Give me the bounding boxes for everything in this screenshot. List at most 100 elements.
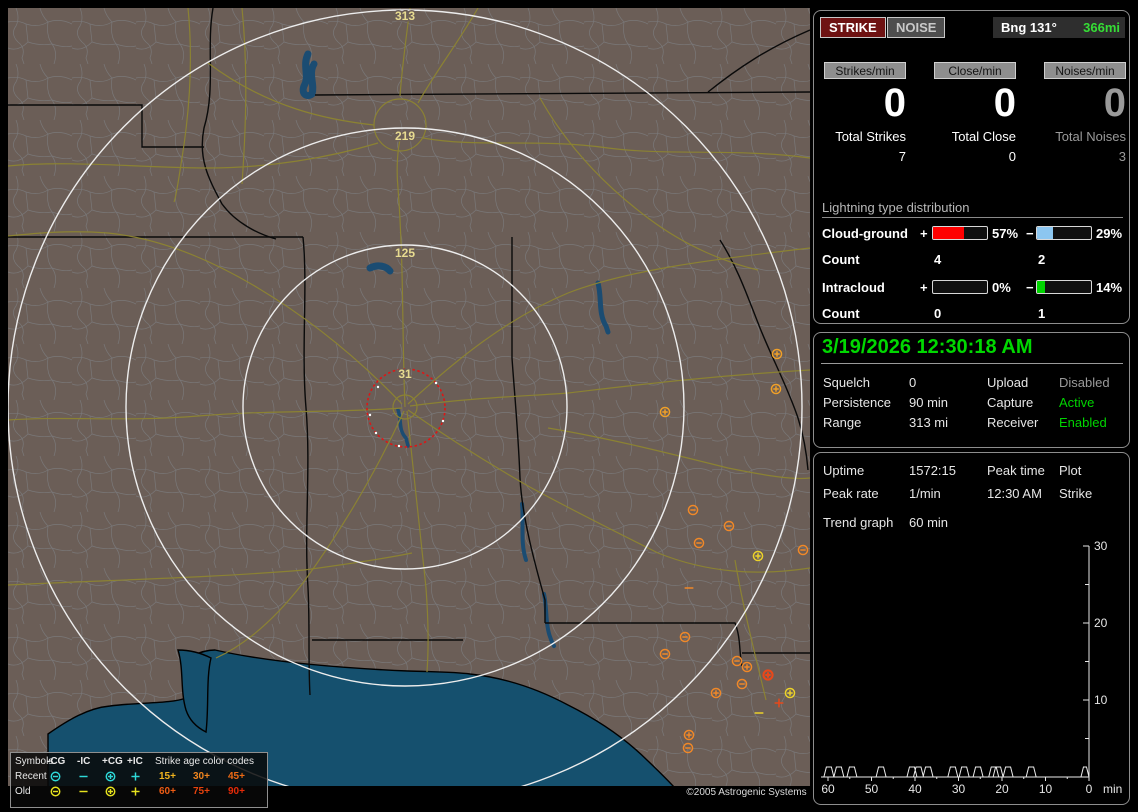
ring-label-219: 219 [395, 129, 415, 143]
cg-minus-count: 2 [1038, 252, 1046, 267]
trend-graph: 30 20 10 60 50 40 30 20 10 0 min [821, 539, 1122, 796]
status-row: Squelch 0 Upload Disabled [814, 375, 1129, 395]
uptime-row: Uptime 1572:15 Peak time Plot [814, 463, 1129, 483]
ic-plus-count: 0 [934, 306, 942, 321]
dist-row-intracloud: Intracloud + 0% − 14% [822, 280, 1123, 296]
noises-rate-column: Noises/min 0 Total Noises 3 [1044, 62, 1126, 164]
capture-label: Capture [987, 395, 1034, 410]
cg-count-label: Count [822, 252, 860, 267]
intracloud-label: Intracloud [822, 280, 885, 295]
recent-pos-cg-icon [104, 770, 117, 783]
age-15: 15+ [159, 771, 176, 782]
legend-col-neg-ic: -IC [77, 756, 91, 767]
strike-stats-panel: STRIKE NOISE Bng 131° 366mi Strikes/min … [813, 10, 1130, 324]
old-neg-ic-icon [77, 785, 90, 798]
dist-row-cloud-ground: Cloud-ground + 57% − 29% [822, 226, 1123, 242]
minus-sign: − [1026, 280, 1034, 295]
distance-value: 366mi [1083, 20, 1120, 35]
status-row: Range 313 mi Receiver Enabled [814, 415, 1129, 435]
old-pos-cg-icon [104, 785, 117, 798]
old-neg-cg-icon [49, 785, 62, 798]
map-display[interactable]: 313 219 125 31 [7, 8, 811, 805]
plot-label: Plot [1059, 463, 1082, 478]
divider [821, 363, 1123, 364]
recent-neg-cg-icon [49, 770, 62, 783]
range-value: 313 mi [909, 415, 949, 430]
ic-minus-bar [1036, 280, 1092, 294]
noises-per-min-value: 0 [1103, 81, 1126, 125]
bearing-value: Bng 131° [1001, 20, 1057, 35]
ic-minus-count: 1 [1038, 306, 1046, 321]
cg-plus-bar [932, 226, 988, 240]
squelch-value: 0 [909, 375, 917, 390]
noises-per-min-header[interactable]: Noises/min [1044, 62, 1126, 79]
strikes-per-min-header[interactable]: Strikes/min [824, 62, 906, 79]
noise-toggle-button[interactable]: NOISE [887, 17, 946, 38]
status-row: Persistence 90 min Capture Active [814, 395, 1129, 415]
ring-label-313: 313 [395, 9, 415, 23]
svg-text:60: 60 [821, 782, 835, 796]
distribution-title: Lightning type distribution [822, 200, 1123, 218]
copyright-notice: ©2005 Astrogenic Systems [683, 786, 810, 800]
trend-graph-label: Trend graph [823, 515, 894, 530]
legend-col-pos-cg: +CG [102, 756, 123, 767]
map-canvas: 313 219 125 31 [7, 8, 811, 805]
receiver-value: Enabled [1059, 415, 1107, 430]
trend-window-value: 60 min [909, 515, 949, 530]
close-per-min-header[interactable]: Close/min [934, 62, 1016, 79]
cloud-ground-label: Cloud-ground [822, 226, 908, 241]
close-per-min-value: 0 [993, 81, 1016, 125]
peak-rate-row: Peak rate 1/min 12:30 AM Strike [814, 486, 1129, 506]
total-close-value: 0 [1008, 149, 1016, 164]
svg-text:10: 10 [1094, 693, 1108, 707]
age-90: 90+ [228, 786, 245, 797]
ring-label-125: 125 [395, 246, 415, 260]
cg-plus-pct: 57% [992, 226, 1019, 241]
age-30: 30+ [193, 771, 210, 782]
total-close-label: Total Close [951, 129, 1016, 144]
cg-minus-pct: 29% [1096, 226, 1123, 241]
plus-sign: + [920, 280, 928, 295]
map-legend: Symbols -CG -IC +CG +IC Strike age color… [10, 752, 268, 808]
receiver-label: Receiver [987, 415, 1039, 430]
plot-value: Strike [1059, 486, 1093, 501]
ic-minus-pct: 14% [1096, 280, 1123, 295]
recent-neg-ic-icon [77, 770, 90, 783]
svg-text:20: 20 [1094, 616, 1108, 630]
legend-row-recent: Recent [15, 771, 47, 782]
svg-text:40: 40 [908, 782, 922, 796]
svg-text:0: 0 [1086, 782, 1093, 796]
squelch-label: Squelch [823, 375, 870, 390]
strikes-per-min-value: 0 [883, 81, 906, 125]
legend-col-pos-ic: +IC [127, 756, 143, 767]
upload-value: Disabled [1059, 375, 1110, 390]
ic-plus-bar [932, 280, 988, 294]
upload-label: Upload [987, 375, 1029, 390]
peak-time-label: Peak time [987, 463, 1045, 478]
ic-plus-pct: 0% [992, 280, 1011, 295]
peak-time-value: 12:30 AM [987, 486, 1042, 501]
svg-text:10: 10 [1039, 782, 1053, 796]
age-45: 45+ [228, 771, 245, 782]
total-noises-label: Total Noises [1055, 129, 1126, 144]
legend-row-old: Old [15, 786, 31, 797]
total-noises-value: 3 [1118, 149, 1126, 164]
close-rate-column: Close/min 0 Total Close 0 [934, 62, 1016, 164]
uptime-label: Uptime [823, 463, 865, 478]
legend-col-neg-cg: -CG [47, 756, 66, 767]
ic-count-label: Count [822, 306, 860, 321]
persistence-value: 90 min [909, 395, 949, 410]
range-label: Range [823, 415, 862, 430]
county-lines [8, 8, 810, 786]
total-strikes-label: Total Strikes [835, 129, 906, 144]
trend-panel: Uptime 1572:15 Peak time Plot Peak rate … [813, 452, 1130, 805]
old-pos-ic-icon [129, 785, 142, 798]
persistence-label: Persistence [823, 395, 891, 410]
strike-toggle-button[interactable]: STRIKE [820, 17, 886, 38]
ring-label-31: 31 [398, 367, 412, 381]
legend-age-title: Strike age color codes [155, 756, 254, 767]
datetime-display: 3/19/2026 12:30:18 AM [822, 336, 1033, 358]
uptime-value: 1572:15 [909, 463, 956, 478]
svg-text:50: 50 [865, 782, 879, 796]
capture-value: Active [1059, 395, 1095, 410]
